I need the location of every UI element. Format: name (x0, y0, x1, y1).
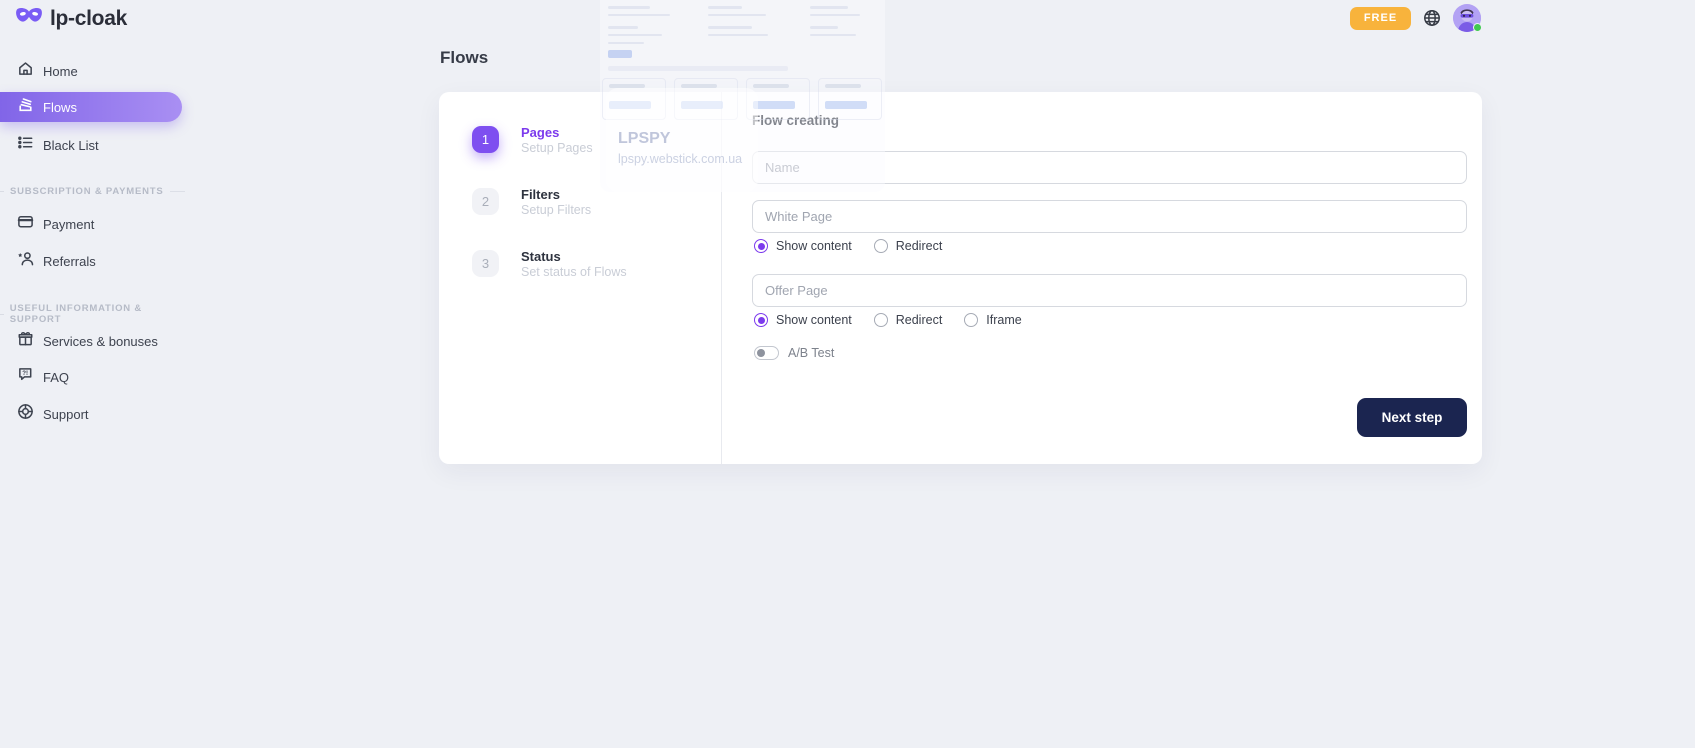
sidebar-section-header: USEFUL INFORMATION & SUPPORT (0, 303, 185, 325)
radio-iframe[interactable]: Iframe (964, 313, 1021, 327)
sidebar-item-label: Home (43, 64, 78, 79)
step-title: Filters (521, 188, 591, 202)
offer-page-input[interactable] (752, 274, 1467, 307)
sidebar-item-home[interactable]: Home (0, 56, 78, 86)
brand-logo[interactable]: lp-cloak (15, 6, 127, 31)
white-page-input[interactable] (752, 200, 1467, 233)
sidebar-item-support[interactable]: Support (0, 399, 89, 429)
flow-creating-card: 1 Pages Setup Pages 2 Filters Setup Filt… (439, 92, 1482, 464)
svg-text:?!: ?! (22, 370, 28, 377)
credit-card-icon (17, 213, 34, 235)
card-divider (721, 92, 722, 464)
step-number-badge: 1 (472, 126, 499, 153)
faq-bubble-icon: ?! (17, 366, 34, 388)
online-status-dot (1473, 23, 1482, 32)
language-globe-icon[interactable] (1423, 9, 1441, 27)
step-number-badge: 3 (472, 250, 499, 277)
sidebar-item-label: Payment (43, 217, 94, 232)
plan-badge[interactable]: FREE (1350, 7, 1411, 30)
sidebar-item-label: Flows (43, 100, 77, 115)
sidebar-item-label: Black List (43, 138, 99, 153)
gift-icon (17, 330, 34, 352)
sidebar: lp-cloak Home Flows Black List SUBSCRIPT… (0, 0, 250, 748)
sidebar-item-label: Services & bonuses (43, 334, 158, 349)
ab-test-toggle[interactable] (754, 346, 779, 360)
wizard-step-filters[interactable]: 2 Filters Setup Filters (472, 188, 591, 217)
mask-icon (15, 6, 43, 31)
radio-redirect[interactable]: Redirect (874, 239, 943, 253)
sidebar-item-black-list[interactable]: Black List (0, 130, 99, 160)
lifebuoy-icon (17, 403, 34, 425)
step-number-badge: 2 (472, 188, 499, 215)
sidebar-item-referrals[interactable]: Referrals (0, 246, 96, 276)
ab-test-toggle-row: A/B Test (754, 346, 834, 360)
sidebar-item-label: Support (43, 407, 89, 422)
step-title: Pages (521, 126, 593, 140)
wizard-step-status[interactable]: 3 Status Set status of Flows (472, 250, 627, 279)
radio-circle (754, 313, 768, 327)
flows-stack-icon (17, 96, 34, 118)
home-icon (17, 60, 34, 82)
step-subtitle: Setup Pages (521, 141, 593, 155)
radio-circle (754, 239, 768, 253)
offer-page-mode-radio-group: Show content Redirect Iframe (754, 313, 1022, 327)
toggle-knob (757, 349, 765, 357)
ab-test-label: A/B Test (788, 346, 834, 360)
sidebar-item-flows[interactable]: Flows (0, 92, 182, 122)
flow-name-input[interactable] (752, 151, 1467, 184)
sidebar-item-faq[interactable]: ?! FAQ (0, 362, 69, 392)
topbar-actions: FREE (1350, 0, 1481, 36)
white-page-mode-radio-group: Show content Redirect (754, 239, 942, 253)
wizard-step-pages[interactable]: 1 Pages Setup Pages (472, 126, 593, 155)
radio-show-content[interactable]: Show content (754, 239, 852, 253)
step-subtitle: Set status of Flows (521, 265, 627, 279)
user-avatar[interactable] (1453, 4, 1481, 32)
step-title: Status (521, 250, 627, 264)
radio-circle (964, 313, 978, 327)
page-title: Flows (440, 48, 488, 68)
step-subtitle: Setup Filters (521, 203, 591, 217)
radio-circle (874, 239, 888, 253)
radio-circle (874, 313, 888, 327)
sidebar-item-label: FAQ (43, 370, 69, 385)
sidebar-item-services-bonuses[interactable]: Services & bonuses (0, 326, 158, 356)
sidebar-item-label: Referrals (43, 254, 96, 269)
radio-redirect[interactable]: Redirect (874, 313, 943, 327)
brand-name: lp-cloak (50, 7, 127, 31)
form-title: Flow creating (752, 113, 839, 128)
sidebar-item-payment[interactable]: Payment (0, 209, 94, 239)
sidebar-section-header: SUBSCRIPTION & PAYMENTS (0, 186, 185, 197)
list-icon (17, 134, 34, 156)
referral-person-icon (17, 250, 34, 272)
radio-show-content[interactable]: Show content (754, 313, 852, 327)
next-step-button[interactable]: Next step (1357, 398, 1467, 437)
